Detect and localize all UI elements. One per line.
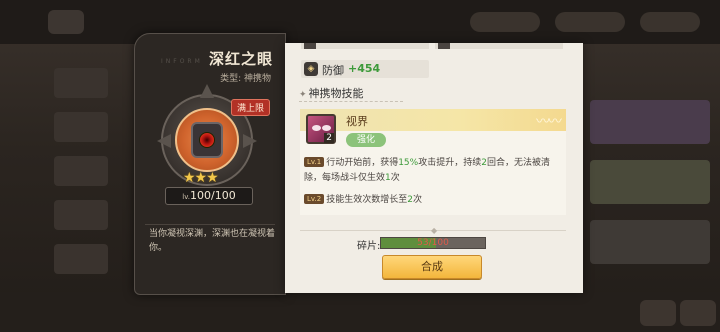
skill-section-title: ✦ 神携物技能: [299, 85, 364, 101]
background-card: [590, 100, 710, 144]
skill-card[interactable]: 〰〰 2 视界 强化 Lv.1 行动开始前，获得15%攻击提升，持续2回合，无法被…: [300, 109, 566, 215]
enhance-badge: 强化: [346, 133, 386, 147]
fragment-label: 碎片:: [357, 241, 381, 252]
level-2-tag: Lv.2: [304, 194, 325, 204]
eye-pupil-icon: [199, 132, 215, 148]
skill-count: 2: [324, 133, 334, 143]
background-currency-pill: [555, 12, 625, 32]
fragment-progress-text: 53/100: [417, 238, 449, 248]
stat-value: +454: [348, 62, 381, 75]
item-info-card: INFORM 深红之眼 类型: 神携物 满上限 ★★★ lv.100/100 当…: [134, 33, 286, 295]
background-card: [590, 220, 710, 264]
lv1-text-d: 次: [390, 173, 400, 183]
frame-spike-icon: [157, 134, 171, 148]
background-currency-pill: [640, 12, 700, 32]
lv1-text-b: 攻击提升，持续: [418, 158, 482, 168]
flavor-text: 当你凝视深渊，深渊也在凝视着你。: [149, 229, 276, 253]
frame-spike-icon: [200, 84, 214, 98]
compose-button[interactable]: 合成: [382, 255, 482, 279]
skill-level-2-description: Lv.2 技能生效次数增长至2次: [304, 193, 566, 208]
section-underline: [299, 101, 403, 102]
shield-icon: ◈: [304, 62, 318, 76]
max-limit-badge: 满上限: [231, 99, 271, 116]
level-value: 100/100: [190, 189, 236, 202]
eye-socket-icon: [191, 122, 223, 158]
fragment-progress-bar: 53/100: [380, 237, 486, 249]
skill-level-1-description: Lv.1 行动开始前，获得15%攻击提升，持续2回合，无法被清除，每场战斗仅生效1…: [304, 156, 566, 186]
stat-row-partial: [435, 43, 563, 49]
lv1-highlight-a: 15%: [398, 158, 419, 168]
eye-icon: [312, 125, 321, 131]
swirl-ornament-icon: 〰〰: [536, 114, 562, 130]
skill-section-title-text: 神携物技能: [308, 87, 364, 100]
background-chip: [640, 300, 676, 326]
diamond-icon: ◆: [431, 226, 438, 235]
background-chip: [680, 300, 716, 326]
divider: [145, 224, 275, 225]
level-display: lv.100/100: [165, 187, 253, 205]
background-back-button: [48, 10, 84, 34]
skill-name: 视界: [346, 115, 368, 128]
stat-row-defense: ◈ 防御 +454: [301, 60, 429, 78]
skill-header: 〰〰: [300, 109, 566, 131]
decorative-text: INFORM: [161, 58, 203, 65]
background-card: [590, 160, 710, 204]
background-left-column: [40, 60, 120, 320]
level-prefix: lv.: [182, 193, 191, 201]
skill-vision-icon[interactable]: 2: [306, 114, 336, 144]
frame-spike-icon: [243, 134, 257, 148]
item-type-label: 类型: 神携物: [220, 74, 271, 84]
eye-icon: [322, 125, 331, 131]
background-currency-pill: [470, 12, 540, 32]
item-name: 深红之眼: [208, 50, 273, 68]
diamond-icon: ✦: [299, 90, 307, 100]
lv2-text-a: 技能生效次数增长至: [326, 195, 408, 205]
star-rating: ★★★: [183, 170, 219, 186]
stat-row-partial: [301, 43, 429, 49]
item-detail-panel: ◈ 防御 +454 ✦ 神携物技能 〰〰 2 视界 强化 Lv.1 行动开始前，获得…: [285, 43, 583, 293]
stat-label: 防御: [322, 64, 344, 77]
lv1-text-a: 行动开始前，获得: [326, 158, 399, 168]
background-bottom-bar: [0, 292, 720, 332]
stat-icon-partial: [438, 43, 450, 49]
level-1-tag: Lv.1: [304, 157, 325, 167]
crimson-eye-icon: [175, 108, 239, 172]
lv2-text-b: 次: [412, 195, 422, 205]
stat-icon-partial: [304, 43, 316, 49]
